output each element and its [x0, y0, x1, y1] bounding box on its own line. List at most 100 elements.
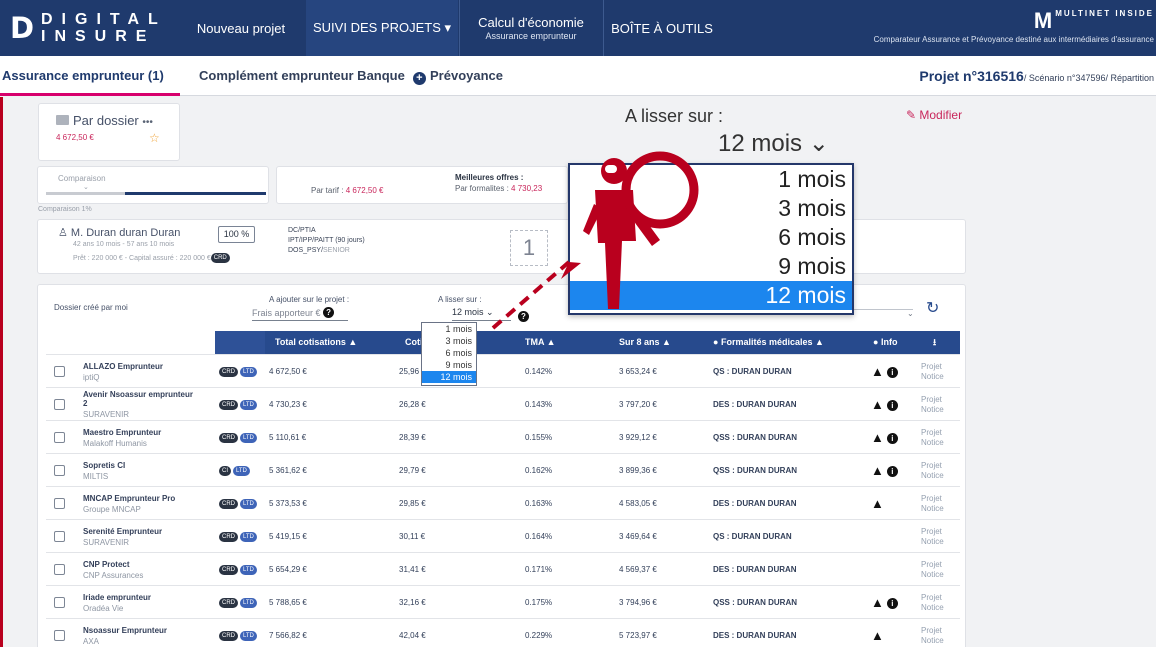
header-info[interactable]: ● Info [865, 331, 913, 354]
total-cotisations-cell: 5 654,29 € [269, 565, 307, 574]
tab-prevoyance[interactable]: Prévoyance [430, 68, 503, 83]
dossier-card[interactable]: Par dossier ••• 4 672,50 € ☆ [38, 103, 180, 161]
warning-icon[interactable]: ▲ [871, 628, 884, 643]
project-link[interactable]: Projet [921, 461, 957, 471]
project-link[interactable]: Projet [921, 527, 957, 537]
row-checkbox[interactable] [54, 498, 65, 509]
info-icon[interactable]: i [886, 367, 898, 378]
add-plus-icon[interactable]: + [412, 72, 426, 85]
table-row[interactable]: Sopretis CI MILTIS CI LTD 5 361,62 € 29,7… [46, 453, 960, 486]
filter-chevron-icon[interactable]: ⌄ [907, 309, 914, 318]
offer-badges: CRD LTD [219, 553, 261, 586]
row-checkbox[interactable] [54, 399, 65, 410]
warning-icon[interactable]: ▲ [871, 397, 884, 412]
header-formalites[interactable]: ● Formalités médicales ▲ [705, 331, 855, 354]
table-row[interactable]: MNCAP Emprunteur Pro Groupe MNCAP CRD LTD… [46, 486, 960, 519]
comparison-chevron-icon[interactable]: ⌄ [83, 183, 89, 191]
multinet-inside-logo[interactable]: M MULTINET INSIDE Comparateur Assurance e… [870, 10, 1156, 50]
small-option-9-months[interactable]: 9 mois [422, 359, 476, 371]
small-option-1-month[interactable]: 1 mois [422, 323, 476, 335]
zoomed-chevron-icon: ⌄ [808, 130, 829, 157]
offer-name: Iriade emprunteur [83, 592, 152, 602]
notice-link[interactable]: Notice [921, 537, 957, 547]
row-checkbox[interactable] [54, 531, 65, 542]
favorite-star-icon[interactable]: ☆ [149, 131, 160, 145]
warning-icon[interactable]: ▲ [871, 463, 884, 478]
zoomed-lisser-select[interactable]: 12 mois ⌄ [718, 129, 829, 158]
borrower-percent-input[interactable]: 100 % [218, 226, 255, 243]
offer-badges: CRD LTD [219, 355, 261, 388]
duration-badge: LTD [233, 465, 250, 476]
nav-boite-a-outils[interactable]: BOÎTE À OUTILS [604, 0, 720, 56]
header-total-cotisations[interactable]: Total cotisations ▲ [267, 331, 395, 354]
comparison-percent: Comparaison 1% [38, 206, 92, 213]
dossier-amount: 4 672,50 € [56, 133, 94, 142]
notice-link[interactable]: Notice [921, 603, 957, 613]
row-checkbox[interactable] [54, 597, 65, 608]
frais-apporteur-input[interactable]: Frais apporteur € ? [252, 307, 348, 321]
header-sur-8-ans[interactable]: Sur 8 ans ▲ [611, 331, 689, 354]
table-row[interactable]: Maestro Emprunteur Malakoff Humanis CRD L… [46, 420, 960, 453]
notice-link[interactable]: Notice [921, 636, 957, 646]
project-link[interactable]: Projet [921, 494, 957, 504]
tab-complement-emprunteur[interactable]: Complément emprunteur Banque + [199, 68, 426, 85]
info-icon[interactable]: i [886, 466, 898, 477]
table-row[interactable]: Serenité Emprunteur SURAVENIR CRD LTD 5 4… [46, 519, 960, 552]
logo-mark: D [10, 11, 35, 45]
offer-name-cell: MNCAP Emprunteur Pro Groupe MNCAP [83, 487, 213, 520]
total-cotisations-cell: 7 566,82 € [269, 631, 307, 640]
nav-calcul-economie[interactable]: Calcul d'économie Assurance emprunteur [460, 0, 602, 56]
coti-cell: 30,11 € [399, 532, 426, 541]
notice-link[interactable]: Notice [921, 570, 957, 580]
info-icon[interactable]: i [886, 433, 898, 444]
small-option-3-months[interactable]: 3 mois [422, 335, 476, 347]
table-row[interactable]: Nsoassur Emprunteur AXA CRD LTD 7 566,82 … [46, 618, 960, 647]
warnings-cell: ▲ i [871, 388, 916, 421]
warning-icon[interactable]: ▲ [871, 595, 884, 610]
sur-8-ans-cell: 4 583,05 € [619, 499, 657, 508]
nav-nouveau-projet[interactable]: Nouveau projet [197, 0, 285, 56]
more-options-icon[interactable]: ••• [142, 117, 153, 128]
warning-icon[interactable]: ▲ [871, 364, 884, 379]
project-link[interactable]: Projet [921, 626, 957, 636]
refresh-icon[interactable]: ↻ [926, 298, 939, 318]
row-checkbox[interactable] [54, 432, 65, 443]
best-offers-panel: Meilleures offres : Par tarif : 4 672,50… [276, 166, 568, 204]
table-row[interactable]: ALLAZO Emprunteur iptiQ CRD LTD 4 672,50 … [46, 354, 960, 387]
sur-8-ans-cell: 4 569,37 € [619, 565, 657, 574]
project-link[interactable]: Projet [921, 560, 957, 570]
notice-link[interactable]: Notice [921, 372, 957, 382]
digital-insure-logo[interactable]: D DIGITAL INSURE [10, 8, 160, 48]
row-checkbox[interactable] [54, 564, 65, 575]
warning-icon[interactable]: ▲ [871, 496, 884, 511]
modifier-link[interactable]: ✎ Modifier [906, 108, 962, 122]
notice-link[interactable]: Notice [921, 405, 957, 415]
project-link[interactable]: Projet [921, 428, 957, 438]
tab-assurance-emprunteur[interactable]: Assurance emprunteur (1) [2, 68, 164, 83]
notice-link[interactable]: Notice [921, 438, 957, 448]
row-checkbox[interactable] [54, 366, 65, 377]
help-icon[interactable]: ? [323, 307, 335, 318]
formalites-cell: QS : DURAN DURAN [713, 367, 792, 376]
warning-icon[interactable]: ▲ [871, 430, 884, 445]
table-row[interactable]: Avenir Nsoassur emprunteur 2 SURAVENIR C… [46, 387, 960, 420]
small-month-dropdown[interactable]: 1 mois 3 mois 6 mois 9 mois 12 mois [421, 322, 477, 386]
small-option-12-months[interactable]: 12 mois [422, 371, 476, 383]
info-icon[interactable]: i [886, 598, 898, 609]
project-link[interactable]: Projet [921, 395, 957, 405]
nav-suivi-des-projets[interactable]: SUIVI DES PROJETS ▾ [306, 0, 458, 56]
download-icon[interactable]: ⭳ [925, 331, 955, 354]
notice-link[interactable]: Notice [921, 504, 957, 514]
row-checkbox[interactable] [54, 465, 65, 476]
notice-link[interactable]: Notice [921, 471, 957, 481]
dossier-cree: Dossier créé par moi [54, 303, 128, 312]
project-link[interactable]: Projet [921, 362, 957, 372]
row-checkbox[interactable] [54, 630, 65, 641]
small-option-6-months[interactable]: 6 mois [422, 347, 476, 359]
info-icon[interactable]: i [886, 400, 898, 411]
total-cotisations-cell: 5 361,62 € [269, 466, 307, 475]
project-link[interactable]: Projet [921, 593, 957, 603]
table-row[interactable]: CNP Protect CNP Assurances CRD LTD 5 654,… [46, 552, 960, 585]
insurer-name: Oradéa Vie [83, 603, 124, 613]
table-row[interactable]: Iriade emprunteur Oradéa Vie CRD LTD 5 78… [46, 585, 960, 618]
